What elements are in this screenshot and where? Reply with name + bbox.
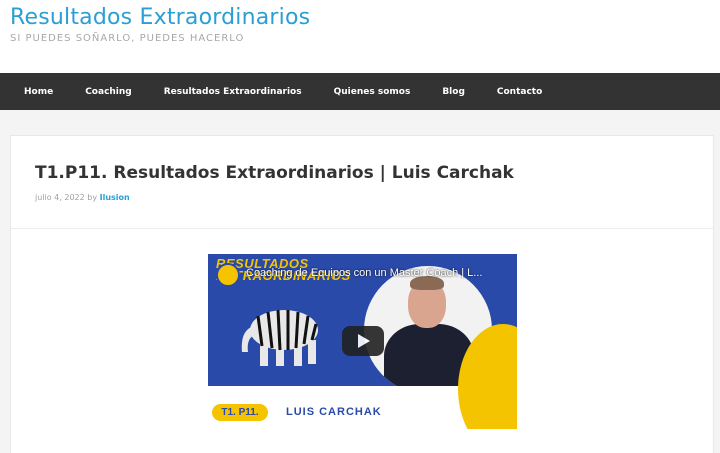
channel-avatar[interactable] [216, 263, 240, 287]
nav-item-blog[interactable]: Blog [442, 87, 465, 97]
video-title[interactable]: Coaching de Equipos con un Master Coach … [246, 267, 514, 279]
presenter-name: LUIS CARCHAK [286, 406, 382, 418]
zebra-elephant-illustration [241, 309, 318, 366]
post-meta: julio 4, 2022 by Ilusion [35, 193, 130, 202]
site-tagline: SI PUEDES SOÑARLO, PUEDES HACERLO [10, 33, 245, 44]
post-title: T1.P11. Resultados Extraordinarios | Lui… [35, 163, 514, 183]
post-by: by [87, 193, 98, 202]
nav-item-home[interactable]: Home [24, 87, 53, 97]
play-icon[interactable] [342, 326, 384, 356]
nav-item-coaching[interactable]: Coaching [85, 87, 132, 97]
episode-badge: T1. P11. [212, 404, 268, 421]
divider [11, 228, 713, 229]
post-date: julio 4, 2022 [35, 193, 85, 202]
main-nav: Home Coaching Resultados Extraordinarios… [0, 73, 720, 110]
post-card: T1.P11. Resultados Extraordinarios | Lui… [10, 135, 714, 453]
nav-item-resultados[interactable]: Resultados Extraordinarios [164, 87, 302, 97]
site-header: Resultados Extraordinarios SI PUEDES SOÑ… [0, 0, 720, 73]
video-embed[interactable]: RESULTADOS EXTRAORDINARIOS Coaching de E… [208, 254, 517, 429]
post-author-link[interactable]: Ilusion [100, 193, 130, 202]
nav-item-contacto[interactable]: Contacto [497, 87, 542, 97]
site-title[interactable]: Resultados Extraordinarios [10, 5, 310, 30]
nav-item-quienes-somos[interactable]: Quienes somos [334, 87, 411, 97]
